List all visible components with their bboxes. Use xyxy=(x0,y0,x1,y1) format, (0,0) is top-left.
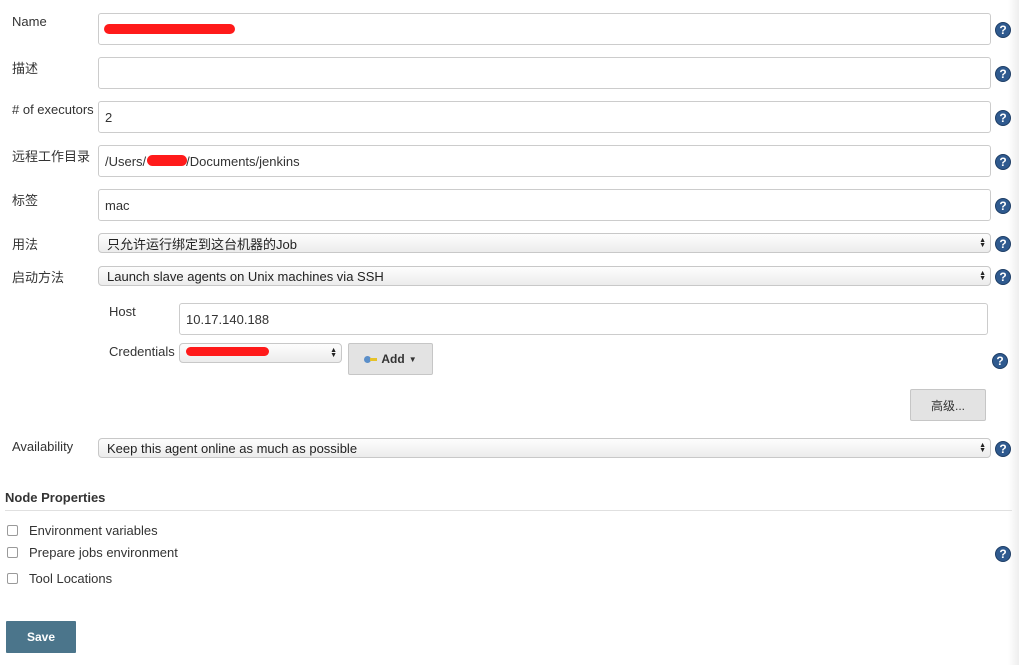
description-input[interactable] xyxy=(98,57,991,89)
page-right-edge xyxy=(1008,0,1019,665)
availability-selected-value: Keep this agent online as much as possib… xyxy=(107,440,358,456)
description-help-icon[interactable]: ? xyxy=(995,66,1011,82)
description-label: 描述 xyxy=(12,61,39,76)
name-redaction xyxy=(104,24,235,34)
up-down-arrows-icon: ▲ ▼ xyxy=(979,237,986,249)
prepare-jobs-help-icon[interactable]: ? xyxy=(995,546,1011,562)
launch-method-selected-value: Launch slave agents on Unix machines via… xyxy=(107,268,384,284)
executors-label: # of executors xyxy=(12,102,94,117)
advanced-button[interactable]: 高级... xyxy=(910,389,986,421)
name-help-icon[interactable]: ? xyxy=(995,22,1011,38)
caret-down-icon: ▼ xyxy=(408,354,417,364)
save-button[interactable]: Save xyxy=(6,621,76,653)
credentials-label: Credentials xyxy=(109,344,175,359)
remote-dir-redaction xyxy=(147,155,187,166)
remote-dir-suffix: /Documents/jenkins xyxy=(186,153,300,169)
host-label: Host xyxy=(109,304,136,319)
prepare-jobs-checkbox[interactable] xyxy=(7,547,18,558)
tool-locations-label: Tool Locations xyxy=(29,571,113,586)
section-divider xyxy=(5,510,1012,511)
remote-dir-help-icon[interactable]: ? xyxy=(995,154,1011,170)
launch-method-help-icon[interactable]: ? xyxy=(995,269,1011,285)
remote-dir-input[interactable]: /Users/ /Documents/jenkins xyxy=(98,145,991,177)
env-variables-checkbox[interactable] xyxy=(7,525,18,536)
up-down-arrows-icon: ▲ ▼ xyxy=(330,347,337,359)
env-variables-option[interactable]: Environment variables xyxy=(7,523,158,538)
prepare-jobs-option[interactable]: Prepare jobs environment xyxy=(7,545,178,560)
availability-label: Availability xyxy=(12,439,74,454)
up-down-arrows-icon: ▲ ▼ xyxy=(979,442,986,454)
up-down-arrows-icon: ▲ ▼ xyxy=(979,270,986,282)
name-label: Name xyxy=(12,14,47,29)
labels-help-icon[interactable]: ? xyxy=(995,198,1011,214)
labels-input[interactable] xyxy=(98,189,991,221)
add-button-label: Add xyxy=(381,352,405,366)
remote-dir-label: 远程工作目录 xyxy=(12,149,91,164)
executors-input[interactable] xyxy=(98,101,991,133)
labels-label: 标签 xyxy=(12,193,39,208)
host-input[interactable] xyxy=(179,303,988,335)
env-variables-label: Environment variables xyxy=(29,523,158,538)
availability-select[interactable]: Keep this agent online as much as possib… xyxy=(98,438,991,458)
availability-help-icon[interactable]: ? xyxy=(995,441,1011,457)
credentials-redaction xyxy=(186,347,269,356)
advanced-button-label: 高级... xyxy=(930,398,965,413)
usage-selected-value: 只允许运行绑定到这台机器的Job xyxy=(107,236,297,252)
launch-method-label: 启动方法 xyxy=(12,270,65,285)
tool-locations-option[interactable]: Tool Locations xyxy=(7,571,112,586)
node-properties-title: Node Properties xyxy=(5,490,106,505)
tool-locations-checkbox[interactable] xyxy=(7,573,18,584)
launch-method-select[interactable]: Launch slave agents on Unix machines via… xyxy=(98,266,991,286)
key-icon xyxy=(364,355,378,363)
credentials-help-icon[interactable]: ? xyxy=(992,353,1008,369)
usage-label: 用法 xyxy=(12,237,39,252)
add-credentials-button[interactable]: Add ▼ xyxy=(348,343,433,375)
remote-dir-prefix: /Users/ xyxy=(105,153,147,169)
usage-help-icon[interactable]: ? xyxy=(995,236,1011,252)
executors-help-icon[interactable]: ? xyxy=(995,110,1011,126)
prepare-jobs-label: Prepare jobs environment xyxy=(29,545,178,560)
usage-select[interactable]: 只允许运行绑定到这台机器的Job ▲ ▼ xyxy=(98,233,991,253)
